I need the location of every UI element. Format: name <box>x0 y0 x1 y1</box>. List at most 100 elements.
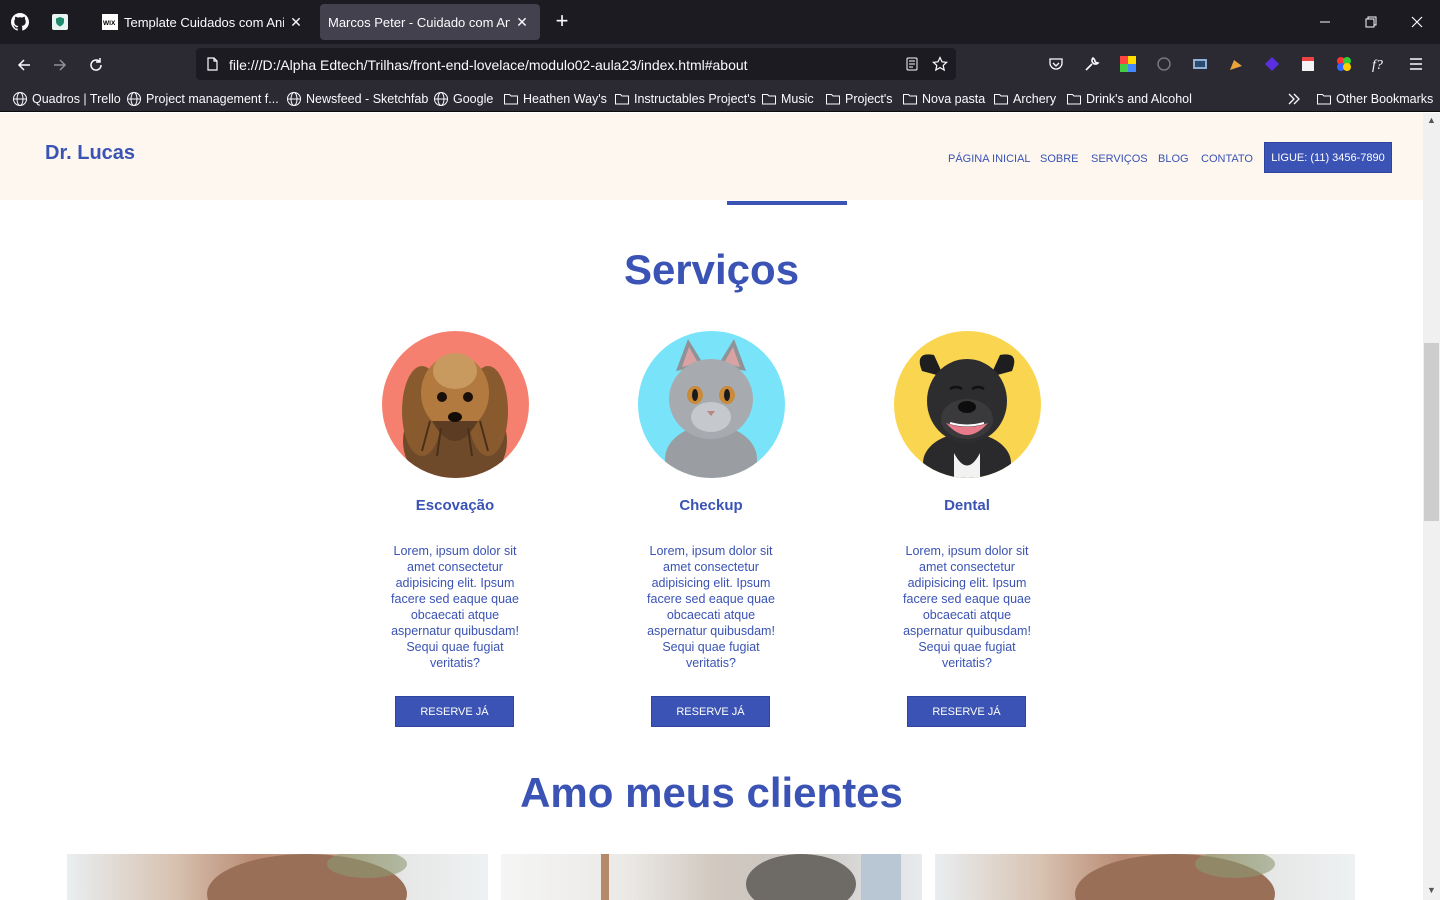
app-menu-button[interactable] <box>1405 53 1427 75</box>
url-text: file:///D:/Alpha Edtech/Trilhas/front-en… <box>229 57 748 73</box>
extension-6[interactable] <box>1297 53 1319 75</box>
new-tab-button[interactable]: + <box>550 10 574 34</box>
hamburger-icon <box>1410 58 1422 70</box>
minimize-button[interactable] <box>1313 10 1337 34</box>
yorkshire-dog-illustration <box>402 353 508 478</box>
extension-4[interactable] <box>1225 53 1247 75</box>
service-description: Lorem, ipsum dolor sit amet consectetur … <box>903 544 1031 670</box>
nav-link-blog[interactable]: BLOG <box>1158 153 1189 165</box>
bookmarks-overflow-button[interactable] <box>1286 90 1306 108</box>
reserve-button[interactable]: RESERVE JÁ <box>907 696 1026 727</box>
bookmark-label: Instructables Project's <box>634 92 756 106</box>
back-button[interactable] <box>12 53 36 77</box>
tab-strip: WIX Template Cuidados com Anima ✕ Marcos… <box>0 0 1440 44</box>
bookmark-folder[interactable]: Heathen Way's <box>503 90 607 108</box>
pocket-button[interactable] <box>1045 53 1067 75</box>
site-header: Dr. Lucas PÁGINA INICIAL SOBRE SERVIÇOS … <box>0 113 1423 200</box>
github-pinned-tab[interactable] <box>6 8 34 36</box>
service-image-dog <box>382 331 529 478</box>
bookmark-label: Heathen Way's <box>523 92 607 106</box>
site-logo[interactable]: Dr. Lucas <box>45 142 135 165</box>
globe-icon <box>127 92 141 106</box>
tab-title: Marcos Peter - Cuidado com Anima <box>328 14 510 30</box>
navigation-toolbar: file:///D:/Alpha Edtech/Trilhas/front-en… <box>0 44 1440 86</box>
extension-5[interactable] <box>1261 53 1283 75</box>
service-name: Checkup <box>679 497 743 514</box>
reserve-button[interactable]: RESERVE JÁ <box>395 696 514 727</box>
bookmark-item[interactable]: Newsfeed - Sketchfab <box>286 90 428 108</box>
colorful-extension-icon <box>1120 56 1136 72</box>
bookmark-label: Quadros | Trello <box>32 92 121 106</box>
arrow-left-icon <box>17 59 30 71</box>
bookmark-folder[interactable]: Project's <box>825 90 893 108</box>
close-window-button[interactable] <box>1405 10 1429 34</box>
bookmarks-toolbar: Quadros | Trello Project management f...… <box>0 86 1440 112</box>
bookmark-folder[interactable]: Archery <box>993 90 1056 108</box>
tab-template-cuidados[interactable]: WIX Template Cuidados com Anima ✕ <box>94 4 314 40</box>
arrow-right-icon <box>54 59 67 71</box>
other-bookmarks-folder[interactable]: Other Bookmarks <box>1316 90 1433 108</box>
shield-pinned-tab[interactable] <box>46 8 74 36</box>
extension-icon <box>1157 57 1171 71</box>
extension-3[interactable] <box>1189 53 1211 75</box>
paint-icon <box>1230 60 1242 70</box>
service-image-cat <box>638 331 785 478</box>
pocket-icon <box>1049 58 1063 70</box>
scroll-up-arrow-icon[interactable]: ▲ <box>1425 115 1438 127</box>
bookmark-star-icon[interactable] <box>932 56 948 72</box>
tab-marcos-peter[interactable]: Marcos Peter - Cuidado com Anima ✕ <box>320 4 540 40</box>
devtools-button[interactable] <box>1081 53 1103 75</box>
clients-title: Amo meus clientes <box>520 769 903 816</box>
pitbull-dog-illustration <box>919 354 1015 478</box>
bookmark-item[interactable]: Google <box>433 90 493 108</box>
nav-link-home[interactable]: PÁGINA INICIAL <box>948 153 1031 165</box>
bookmark-item[interactable]: Project management f... <box>126 90 279 108</box>
folder-icon <box>826 94 840 105</box>
page-viewport: Dr. Lucas PÁGINA INICIAL SOBRE SERVIÇOS … <box>0 113 1423 900</box>
service-name: Dental <box>944 497 990 514</box>
extension-2[interactable] <box>1153 53 1175 75</box>
grey-kitten-illustration <box>665 339 757 478</box>
svg-text:f?: f? <box>1372 58 1383 72</box>
client-photo <box>501 854 922 900</box>
bookmark-folder[interactable]: Music <box>761 90 814 108</box>
nav-link-about[interactable]: SOBRE <box>1040 153 1079 165</box>
nav-link-services[interactable]: SERVIÇOS <box>1091 153 1148 165</box>
folder-icon <box>994 94 1008 105</box>
folder-icon <box>504 94 518 105</box>
reload-button[interactable] <box>84 53 108 77</box>
globe-icon <box>13 92 27 106</box>
scroll-down-arrow-icon[interactable]: ▼ <box>1425 885 1438 897</box>
close-icon[interactable]: ✕ <box>514 14 530 30</box>
forward-button[interactable] <box>48 53 72 77</box>
bookmark-label: Music <box>781 92 814 106</box>
extension-8[interactable]: f? <box>1369 53 1391 75</box>
bookmark-label: Newsfeed - Sketchfab <box>306 92 429 106</box>
bookmark-label: Drink's and Alcohol <box>1086 92 1192 106</box>
github-icon <box>11 13 29 31</box>
shield-app-icon <box>52 14 68 30</box>
extension-7[interactable] <box>1333 53 1355 75</box>
restore-button[interactable] <box>1359 10 1383 34</box>
globe-icon <box>287 92 301 106</box>
client-photo-shapes <box>1075 854 1275 900</box>
close-icon[interactable]: ✕ <box>288 14 304 30</box>
tab-title: Template Cuidados com Anima <box>124 14 284 30</box>
reserve-button[interactable]: RESERVE JÁ <box>651 696 770 727</box>
scrollbar-thumb[interactable] <box>1424 343 1439 521</box>
restore-icon <box>1365 16 1377 28</box>
bookmark-folder[interactable]: Drink's and Alcohol <box>1066 90 1192 108</box>
bookmark-item[interactable]: Quadros | Trello <box>12 90 121 108</box>
call-button[interactable]: LIGUE: (11) 3456-7890 <box>1264 142 1392 173</box>
folder-icon <box>1067 94 1081 105</box>
bookmark-folder[interactable]: Nova pasta <box>902 90 985 108</box>
font-finder-icon: f? <box>1372 58 1383 72</box>
client-photo <box>67 854 488 900</box>
service-description: Lorem, ipsum dolor sit amet consectetur … <box>647 544 775 670</box>
nav-link-contact[interactable]: CONTATO <box>1201 153 1253 165</box>
close-icon <box>1411 16 1423 28</box>
address-bar[interactable]: file:///D:/Alpha Edtech/Trilhas/front-en… <box>196 48 956 80</box>
reader-view-icon[interactable] <box>905 57 919 71</box>
extension-1[interactable] <box>1117 53 1139 75</box>
bookmark-folder[interactable]: Instructables Project's <box>614 90 756 108</box>
